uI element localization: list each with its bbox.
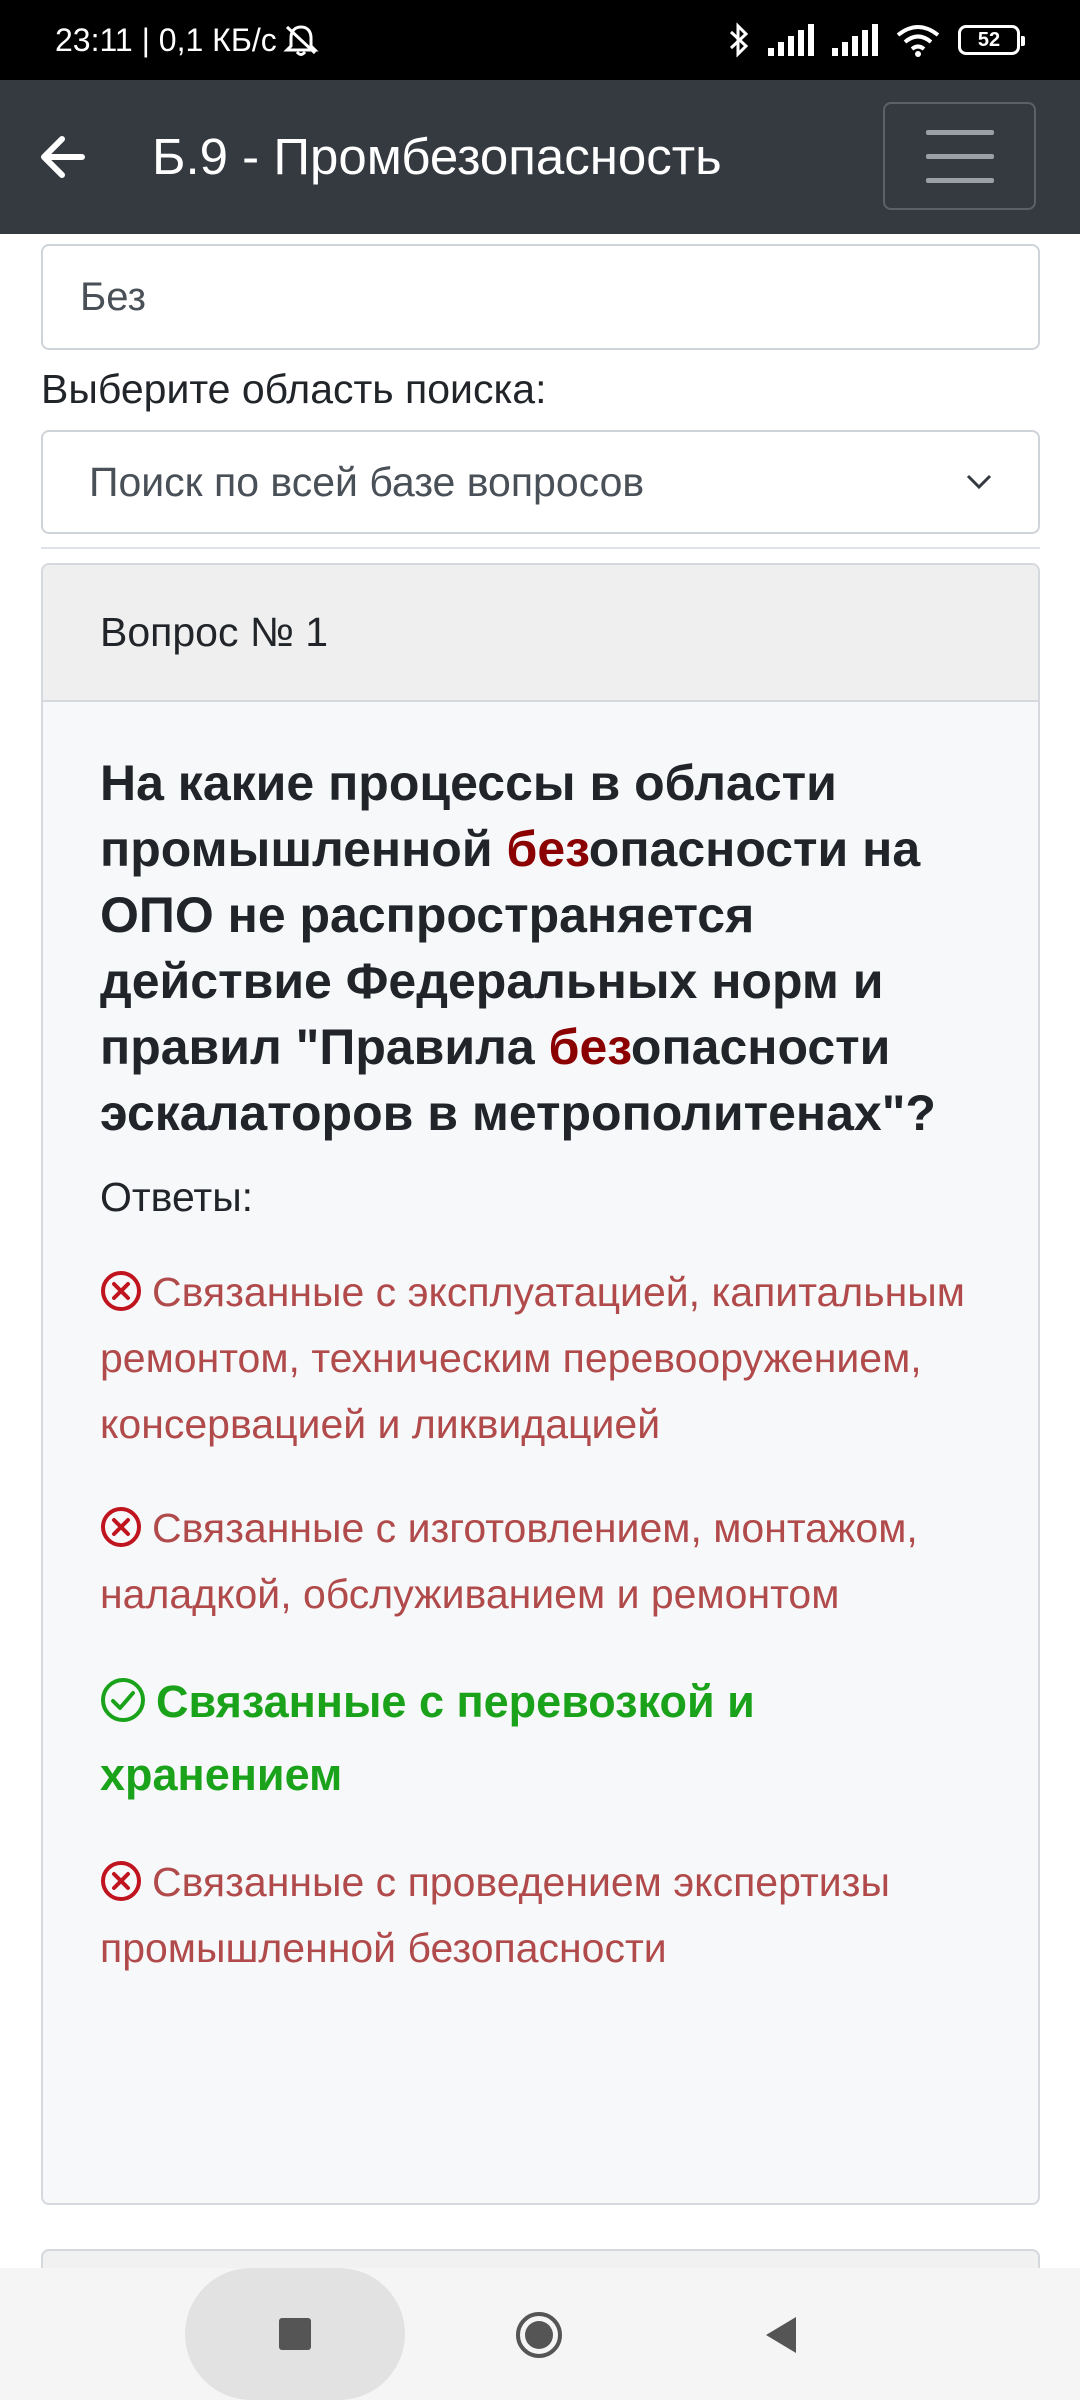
square-icon xyxy=(279,2318,311,2350)
bluetooth-icon xyxy=(729,22,749,58)
arrow-left-icon xyxy=(41,136,85,178)
app-bar: Б.9 - Промбезопасность xyxy=(0,80,1080,234)
answers-label: Ответы: xyxy=(100,1174,254,1220)
hamburger-menu-icon xyxy=(925,129,994,135)
question-text: На какие процессы в области промышленной… xyxy=(100,750,981,1146)
signal-icon xyxy=(768,24,814,56)
chevron-down-icon xyxy=(966,474,992,490)
battery-level: 52 xyxy=(977,28,1001,51)
answer-text: Связанные с проведением экспертизы промы… xyxy=(100,1859,890,1971)
search-input-value: Без xyxy=(80,274,146,319)
question-card-body: На какие процессы в области промышленной… xyxy=(43,702,1038,1981)
divider xyxy=(41,547,1040,549)
answer-item: Связанные с эксплуатацией, капитальным р… xyxy=(100,1259,981,1457)
status-bar: 23:11 | 0,1 КБ/с 52 xyxy=(0,0,1080,80)
triangle-back-icon xyxy=(766,2317,796,2353)
status-time: 23:11 | 0,1 КБ/с xyxy=(55,21,277,58)
search-input[interactable]: Без xyxy=(41,244,1040,350)
x-circle-icon xyxy=(101,1861,141,1901)
status-right: 52 xyxy=(728,22,1025,58)
scope-select[interactable]: Поиск по всей базе вопросов xyxy=(41,430,1040,534)
silent-icon xyxy=(283,25,319,56)
home-button[interactable] xyxy=(514,2310,564,2360)
check-circle-icon xyxy=(101,1678,145,1722)
recent-apps-button[interactable] xyxy=(185,2268,405,2400)
answer-text: Связанные с эксплуатацией, капитальным р… xyxy=(100,1269,965,1447)
status-left: 23:11 | 0,1 КБ/с xyxy=(55,22,319,59)
battery-icon: 52 xyxy=(958,25,1025,55)
back-button[interactable] xyxy=(38,130,88,184)
menu-button[interactable] xyxy=(883,102,1036,210)
answer-item-correct: Связанные с перевозкой и хранением xyxy=(100,1665,981,1811)
page-title: Б.9 - Промбезопасность xyxy=(152,128,722,185)
search-highlight: без xyxy=(506,821,589,877)
nav-back-button[interactable] xyxy=(760,2313,804,2357)
x-circle-icon xyxy=(101,1271,141,1311)
hamburger-menu-icon xyxy=(925,153,994,159)
wifi-icon xyxy=(896,25,940,57)
answer-item: Связанные с проведением экспертизы промы… xyxy=(100,1849,981,1981)
search-highlight: без xyxy=(548,1019,631,1075)
scope-label: Выберите область поиска: xyxy=(41,366,547,412)
hamburger-menu-icon xyxy=(925,177,994,183)
answer-text: Связанные с перевозкой и хранением xyxy=(100,1676,755,1800)
question-card-header: Вопрос № 1 xyxy=(43,565,1038,702)
answer-text: Связанные с изготовлением, монтажом, нал… xyxy=(100,1505,918,1617)
question-card: Вопрос № 1 На какие процессы в области п… xyxy=(41,563,1040,2205)
x-circle-icon xyxy=(101,1507,141,1547)
scope-select-value: Поиск по всей базе вопросов xyxy=(89,458,645,505)
signal-icon xyxy=(832,24,878,56)
answer-item: Связанные с изготовлением, монтажом, нал… xyxy=(100,1495,981,1627)
circle-icon xyxy=(516,2312,562,2358)
